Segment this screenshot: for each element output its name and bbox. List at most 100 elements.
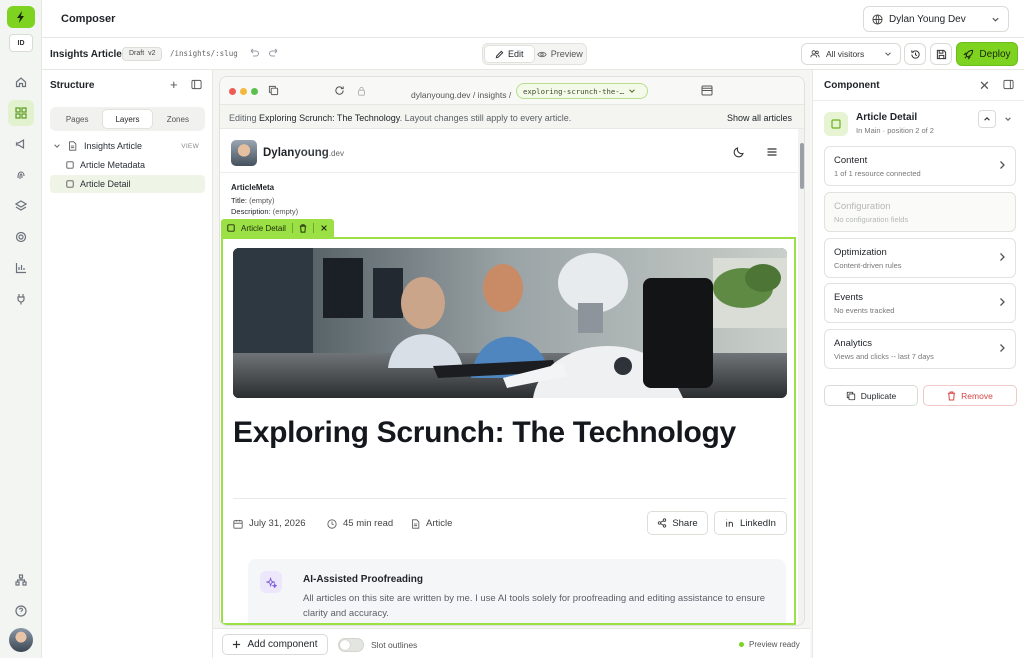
page-icon bbox=[64, 141, 80, 151]
copy-icon[interactable] bbox=[268, 85, 279, 96]
article-read-time: 45 min read bbox=[327, 518, 393, 529]
tree-item-label: Insights Article bbox=[84, 141, 143, 151]
slot-outlines-label: Slot outlines bbox=[371, 640, 418, 650]
trash-icon bbox=[947, 390, 956, 401]
ai-notice-title: AI-Assisted Proofreading bbox=[303, 574, 424, 585]
bar-chart-icon[interactable] bbox=[8, 255, 34, 281]
fingerprint-icon[interactable] bbox=[8, 162, 34, 188]
component-icon bbox=[50, 180, 80, 188]
collapse-panel-icon[interactable] bbox=[191, 79, 202, 90]
duplicate-button[interactable]: Duplicate bbox=[824, 385, 918, 406]
share-icon bbox=[657, 518, 667, 528]
show-all-articles-link[interactable]: Show all articles bbox=[727, 113, 792, 123]
date-text: July 31, 2026 bbox=[249, 518, 306, 529]
tree-item-label: Article Metadata bbox=[80, 160, 146, 170]
move-down-button[interactable] bbox=[999, 110, 1017, 128]
left-rail: ID bbox=[0, 0, 42, 658]
document-icon bbox=[411, 518, 420, 529]
history-button[interactable] bbox=[904, 43, 926, 65]
selection-tag[interactable]: Article Detail bbox=[221, 219, 334, 237]
events-card[interactable]: Events No events tracked bbox=[824, 283, 1016, 323]
add-icon[interactable]: + bbox=[170, 78, 178, 91]
deploy-label: Deploy bbox=[979, 48, 1011, 60]
trash-icon[interactable] bbox=[299, 223, 307, 233]
preview-label: Preview bbox=[550, 49, 583, 59]
refresh-icon[interactable] bbox=[334, 85, 345, 96]
user-avatar[interactable] bbox=[9, 628, 33, 652]
dock-panel-icon[interactable] bbox=[1003, 79, 1014, 90]
slot-outlines-toggle[interactable] bbox=[338, 638, 364, 652]
moon-icon[interactable] bbox=[733, 146, 745, 158]
plus-icon bbox=[232, 640, 241, 649]
save-button[interactable] bbox=[930, 43, 952, 65]
tree-item-label: Article Detail bbox=[80, 179, 131, 189]
linkedin-button[interactable]: LinkedIn bbox=[714, 511, 787, 535]
chevron-down-icon bbox=[1004, 115, 1012, 123]
close-icon[interactable] bbox=[320, 224, 328, 232]
edit-notice-bar: Editing Exploring Scrunch: The Technolog… bbox=[220, 105, 804, 129]
component-icon bbox=[50, 161, 80, 169]
brand-last: young bbox=[294, 147, 329, 159]
draft-badge: Draft v2 bbox=[122, 47, 163, 61]
scrollbar[interactable] bbox=[798, 129, 804, 625]
card-subtitle: Views and clicks -- last 7 days bbox=[834, 352, 934, 361]
scrollbar-thumb[interactable] bbox=[800, 143, 804, 189]
add-component-button[interactable]: Add component bbox=[222, 634, 328, 655]
audience-selector[interactable]: All visitors bbox=[801, 43, 901, 65]
logo-bolt-icon[interactable] bbox=[7, 6, 35, 28]
edit-mode-button[interactable]: Edit bbox=[485, 46, 534, 62]
brand-first: Dylan bbox=[263, 147, 295, 159]
tab-zones[interactable]: Zones bbox=[154, 110, 202, 128]
hamburger-menu-icon[interactable] bbox=[766, 146, 778, 158]
tab-layers[interactable]: Layers bbox=[103, 110, 152, 128]
draft-version: v2 bbox=[148, 50, 156, 57]
meta-title-line: Title: (empty) bbox=[231, 196, 275, 205]
draft-label: Draft bbox=[129, 50, 145, 57]
analytics-card[interactable]: Analytics Views and clicks -- last 7 day… bbox=[824, 329, 1016, 369]
url-path: insights bbox=[477, 90, 507, 100]
undo-icon[interactable] bbox=[248, 47, 260, 59]
component-icon bbox=[824, 112, 848, 136]
sitemap-icon[interactable] bbox=[8, 567, 34, 593]
ai-notice-text: All articles on this site are written by… bbox=[303, 593, 766, 619]
view-tag[interactable]: VIEW bbox=[181, 143, 199, 150]
home-icon[interactable] bbox=[8, 69, 34, 95]
chevron-right-icon bbox=[998, 343, 1006, 353]
close-icon[interactable]: ✕ bbox=[979, 78, 990, 94]
tree-item-article-detail[interactable]: Article Detail bbox=[50, 175, 205, 193]
remove-button[interactable]: Remove bbox=[923, 385, 1017, 406]
site-brand[interactable]: Dylanyoung.dev bbox=[263, 147, 344, 159]
user-selector[interactable]: Dylan Young Dev bbox=[863, 6, 1009, 32]
preview-mode-button[interactable]: Preview bbox=[536, 46, 585, 62]
tree-item-article-metadata[interactable]: Article Metadata bbox=[50, 156, 205, 174]
share-button[interactable]: Share bbox=[647, 511, 708, 535]
grid-icon[interactable] bbox=[8, 100, 34, 126]
workspace-switcher[interactable]: ID bbox=[9, 34, 33, 52]
content-card[interactable]: Content 1 of 1 resource connected bbox=[824, 146, 1016, 186]
structure-tabs: Pages Layers Zones bbox=[50, 107, 205, 131]
tree-item-insights-article[interactable]: Insights Article VIEW bbox=[50, 137, 205, 155]
structure-title: Structure bbox=[50, 80, 95, 91]
redo-icon[interactable] bbox=[268, 47, 280, 59]
slug-selector[interactable]: exploring-scrunch-the-… bbox=[516, 83, 648, 99]
tab-pages[interactable]: Pages bbox=[53, 110, 101, 128]
help-icon[interactable] bbox=[8, 598, 34, 624]
target-icon[interactable] bbox=[8, 224, 34, 250]
plug-icon[interactable] bbox=[8, 286, 34, 312]
type-text: Article bbox=[426, 518, 453, 529]
selected-component-frame[interactable]: Exploring Scrunch: The Technology July 3… bbox=[221, 237, 796, 625]
workspace-badge: ID bbox=[17, 39, 25, 47]
layout-icon[interactable] bbox=[701, 85, 713, 96]
preview-status: Preview ready bbox=[739, 640, 800, 649]
url-host: dylanyoung.dev bbox=[411, 90, 471, 100]
site-avatar bbox=[231, 140, 257, 166]
optimization-card[interactable]: Optimization Content-driven rules bbox=[824, 238, 1016, 278]
sparkles-icon bbox=[260, 571, 282, 593]
move-up-button[interactable] bbox=[978, 110, 996, 128]
card-subtitle: 1 of 1 resource connected bbox=[834, 169, 921, 178]
tag-divider bbox=[312, 223, 314, 233]
deploy-button[interactable]: Deploy bbox=[956, 42, 1018, 66]
layers-icon[interactable] bbox=[8, 193, 34, 219]
card-subtitle: Content-driven rules bbox=[834, 261, 902, 270]
megaphone-icon[interactable] bbox=[8, 131, 34, 157]
